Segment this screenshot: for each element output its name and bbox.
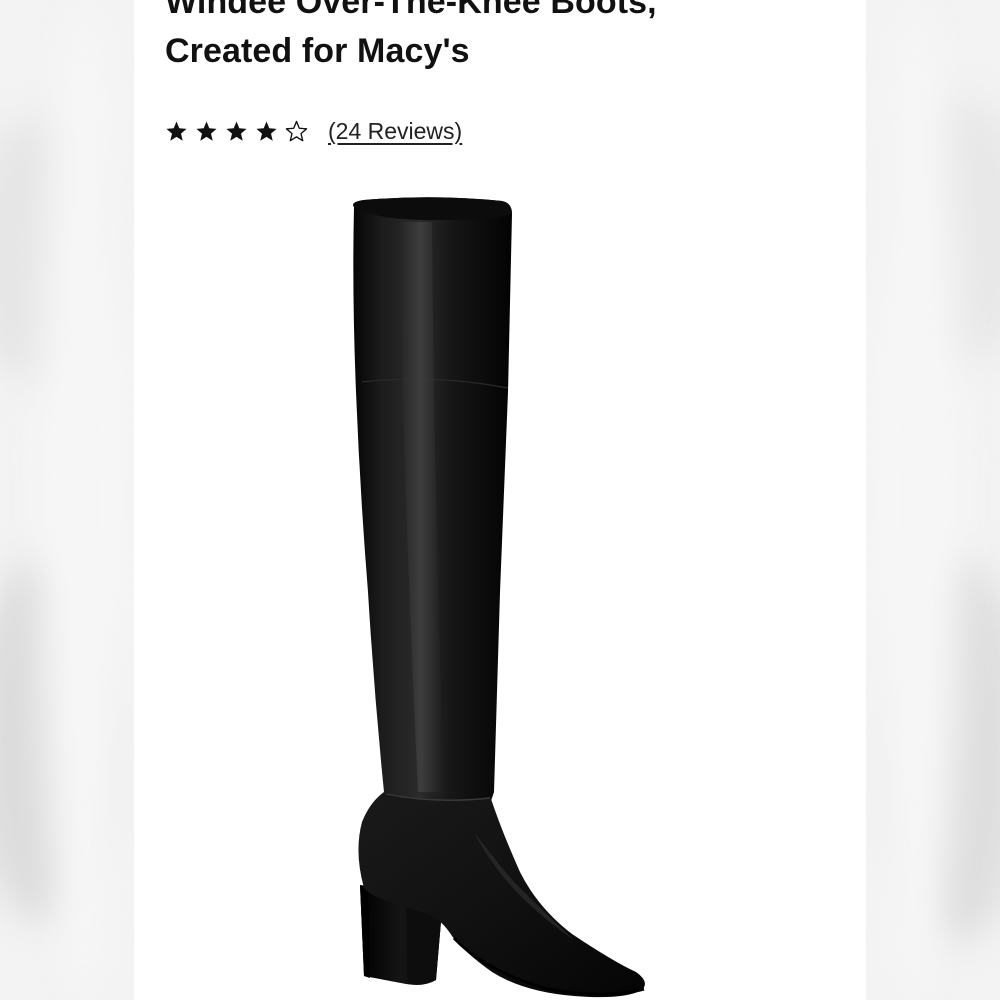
- star-rating: [165, 120, 308, 143]
- star-filled-icon: [226, 120, 247, 141]
- star-filled-icon: [256, 120, 277, 141]
- boot-product-image[interactable]: [324, 192, 664, 1000]
- product-title-line-1: Windee Over-The-Knee Boots,: [165, 0, 657, 21]
- product-title: Windee Over-The-Knee Boots, Created for …: [165, 0, 657, 76]
- star-filled-icon: [196, 120, 217, 141]
- left-blurred-background: [0, 0, 134, 1000]
- star-outline-icon: [285, 120, 308, 141]
- right-blurred-background: [866, 0, 1000, 1000]
- product-panel: Windee Over-The-Knee Boots, Created for …: [134, 0, 866, 1000]
- reviews-link[interactable]: (24 Reviews): [328, 118, 462, 145]
- star-filled-icon: [166, 120, 187, 141]
- rating-row: (24 Reviews): [165, 114, 462, 148]
- screenshot-frame: Windee Over-The-Knee Boots, Created for …: [0, 0, 1000, 1000]
- product-title-line-2: Created for Macy's: [165, 32, 470, 70]
